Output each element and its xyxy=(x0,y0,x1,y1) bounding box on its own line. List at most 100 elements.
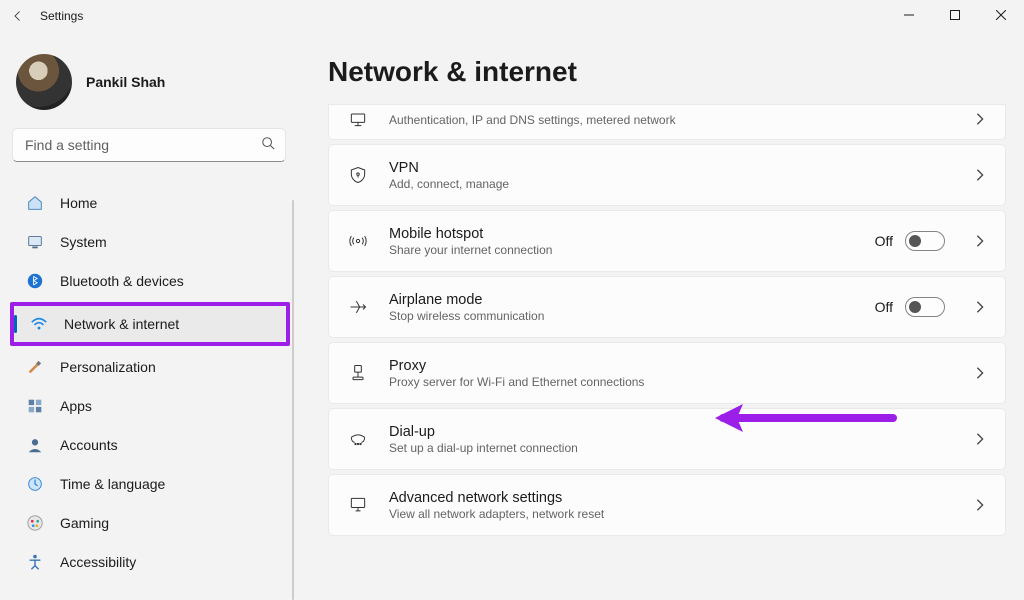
card-subtitle: Add, connect, manage xyxy=(389,177,945,191)
gaming-icon xyxy=(26,514,44,532)
chevron-right-icon xyxy=(975,366,989,380)
sidebar-item-personalization[interactable]: Personalization xyxy=(10,349,290,385)
highlight-network-internet: Network & internet xyxy=(10,302,290,346)
accounts-icon xyxy=(26,436,44,454)
card-subtitle: Authentication, IP and DNS settings, met… xyxy=(389,113,945,127)
card-subtitle: Stop wireless communication xyxy=(389,309,855,323)
home-icon xyxy=(26,194,44,212)
card-mobile-hotspot[interactable]: Mobile hotspot Share your internet conne… xyxy=(328,210,1006,272)
card-subtitle: Proxy server for Wi-Fi and Ethernet conn… xyxy=(389,375,945,389)
airplane-toggle[interactable] xyxy=(905,297,945,317)
card-airplane-mode[interactable]: Airplane mode Stop wireless communicatio… xyxy=(328,276,1006,338)
card-vpn[interactable]: VPN Add, connect, manage xyxy=(328,144,1006,206)
content-area: Pankil Shah Home System Bluetooth & devi… xyxy=(0,32,1024,600)
search-wrap xyxy=(4,128,298,178)
card-text: Proxy Proxy server for Wi-Fi and Etherne… xyxy=(389,358,945,389)
sidebar-item-label: Bluetooth & devices xyxy=(60,273,184,289)
window-controls xyxy=(886,0,1024,32)
card-text: Advanced network settings View all netwo… xyxy=(389,490,945,521)
card-subtitle: View all network adapters, network reset xyxy=(389,507,945,521)
card-title: Proxy xyxy=(389,358,945,374)
advanced-icon xyxy=(347,495,369,515)
minimize-icon xyxy=(904,7,914,25)
chevron-right-icon xyxy=(975,168,989,182)
minimize-button[interactable] xyxy=(886,0,932,32)
sidebar-item-label: Time & language xyxy=(60,476,165,492)
settings-cards: Authentication, IP and DNS settings, met… xyxy=(328,104,1006,536)
card-text: Mobile hotspot Share your internet conne… xyxy=(389,226,855,257)
profile-name: Pankil Shah xyxy=(86,74,165,90)
title-bar: Settings xyxy=(0,0,1024,32)
sidebar-item-label: Personalization xyxy=(60,359,156,375)
sidebar-scrollbar[interactable] xyxy=(292,200,294,600)
search-box[interactable] xyxy=(12,128,286,162)
hotspot-toggle[interactable] xyxy=(905,231,945,251)
apps-icon xyxy=(26,397,44,415)
sidebar-item-label: Accounts xyxy=(60,437,118,453)
hotspot-icon xyxy=(347,231,369,251)
bluetooth-icon xyxy=(26,272,44,290)
maximize-icon xyxy=(950,7,960,25)
toggle-state: Off xyxy=(875,233,893,249)
sidebar-item-gaming[interactable]: Gaming xyxy=(10,505,290,541)
card-advanced-network[interactable]: Advanced network settings View all netwo… xyxy=(328,474,1006,536)
card-title: VPN xyxy=(389,160,945,176)
toggle-group: Off xyxy=(875,231,945,251)
toggle-group: Off xyxy=(875,297,945,317)
sidebar-item-accounts[interactable]: Accounts xyxy=(10,427,290,463)
sidebar-item-label: Apps xyxy=(60,398,92,414)
airplane-icon xyxy=(347,297,369,317)
sidebar-item-label: Accessibility xyxy=(60,554,136,570)
search-icon xyxy=(261,136,275,155)
chevron-right-icon xyxy=(975,432,989,446)
nav-list: Home System Bluetooth & devices Network … xyxy=(4,178,298,580)
sidebar-item-label: Gaming xyxy=(60,515,109,531)
card-subtitle: Set up a dial-up internet connection xyxy=(389,441,945,455)
page-title: Network & internet xyxy=(328,56,1006,88)
sidebar: Pankil Shah Home System Bluetooth & devi… xyxy=(0,32,298,600)
chevron-right-icon xyxy=(975,300,989,314)
proxy-icon xyxy=(347,363,369,383)
time-language-icon xyxy=(26,475,44,493)
toggle-state: Off xyxy=(875,299,893,315)
sidebar-item-time-language[interactable]: Time & language xyxy=(10,466,290,502)
close-button[interactable] xyxy=(978,0,1024,32)
maximize-button[interactable] xyxy=(932,0,978,32)
sidebar-item-accessibility[interactable]: Accessibility xyxy=(10,544,290,580)
card-ethernet[interactable]: Authentication, IP and DNS settings, met… xyxy=(328,104,1006,140)
card-title: Dial-up xyxy=(389,424,945,440)
card-title: Advanced network settings xyxy=(389,490,945,506)
back-arrow-icon[interactable] xyxy=(12,10,24,22)
sidebar-item-apps[interactable]: Apps xyxy=(10,388,290,424)
card-subtitle: Share your internet connection xyxy=(389,243,855,257)
card-text: Dial-up Set up a dial-up internet connec… xyxy=(389,424,945,455)
search-input[interactable] xyxy=(25,137,261,153)
avatar xyxy=(16,54,72,110)
sidebar-item-home[interactable]: Home xyxy=(10,185,290,221)
main-panel: Network & internet Authentication, IP an… xyxy=(298,32,1024,600)
sidebar-item-system[interactable]: System xyxy=(10,224,290,260)
window-title: Settings xyxy=(40,9,83,23)
title-bar-left: Settings xyxy=(12,9,83,23)
card-text: Airplane mode Stop wireless communicatio… xyxy=(389,292,855,323)
profile-block[interactable]: Pankil Shah xyxy=(4,40,298,128)
personalization-icon xyxy=(26,358,44,376)
card-dialup[interactable]: Dial-up Set up a dial-up internet connec… xyxy=(328,408,1006,470)
chevron-right-icon xyxy=(975,234,989,248)
sidebar-item-label: Home xyxy=(60,195,97,211)
sidebar-item-network[interactable]: Network & internet xyxy=(14,306,286,342)
card-text: VPN Add, connect, manage xyxy=(389,160,945,191)
chevron-right-icon xyxy=(975,498,989,512)
card-text: Authentication, IP and DNS settings, met… xyxy=(389,112,945,127)
close-icon xyxy=(996,7,1006,25)
card-proxy[interactable]: Proxy Proxy server for Wi-Fi and Etherne… xyxy=(328,342,1006,404)
dialup-icon xyxy=(347,429,369,449)
system-icon xyxy=(26,233,44,251)
chevron-right-icon xyxy=(975,112,989,126)
sidebar-item-label: Network & internet xyxy=(64,316,179,332)
vpn-icon xyxy=(347,165,369,185)
card-title: Airplane mode xyxy=(389,292,855,308)
sidebar-item-bluetooth[interactable]: Bluetooth & devices xyxy=(10,263,290,299)
card-title: Mobile hotspot xyxy=(389,226,855,242)
sidebar-item-label: System xyxy=(60,234,107,250)
